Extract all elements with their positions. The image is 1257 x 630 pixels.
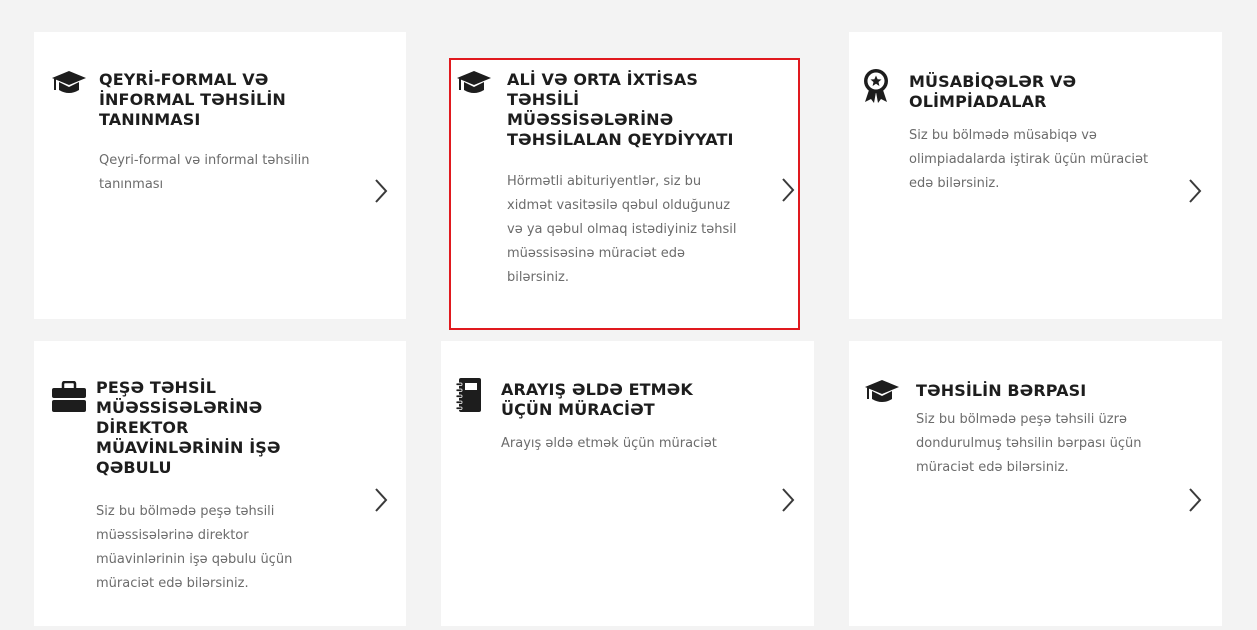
graduation-cap-icon <box>50 68 88 106</box>
chevron-right-icon <box>782 178 795 202</box>
chevron-right-icon <box>375 488 388 512</box>
chevron-right-icon <box>1189 488 1202 512</box>
card-description: Siz bu bölmədə müsabiqə və olimpiadalard… <box>909 128 1149 191</box>
card-description: Siz bu bölmədə peşə təhsili müəssisələri… <box>96 504 293 591</box>
card-description: Qeyri-formal və informal təhsilin tanınm… <box>99 153 310 192</box>
card-description: Siz bu bölmədə peşə təhsili üzrə donduru… <box>916 412 1142 475</box>
card-title: QEYRİ-FORMAL VƏ İNFORMAL TƏHSİLİN TANINM… <box>99 70 286 129</box>
card-title: ARAYIŞ ƏLDƏ ETMƏK ÜÇÜN MÜRACİƏT <box>501 380 693 419</box>
card-title: PEŞƏ TƏHSİL MÜƏSSİSƏLƏRİNƏ DİREKTOR MÜAV… <box>96 378 281 477</box>
card-description: Hörmətli abituriyentlər, siz bu xidmət v… <box>507 174 737 285</box>
chevron-right-icon <box>375 179 388 203</box>
service-card-higher-education-registration[interactable]: ALİ VƏ ORTA İXTİSAS TƏHSİLİ MÜƏSSİSƏLƏRİ… <box>449 58 800 330</box>
service-card-education-restoration[interactable]: TƏHSİLİN BƏRPASI Siz bu bölmədə peşə təh… <box>849 341 1222 626</box>
service-card-competitions-olympiads[interactable]: MÜSABİQƏLƏR VƏ OLİMPİADALAR Siz bu bölmə… <box>849 32 1222 319</box>
briefcase-icon <box>50 381 88 419</box>
card-description: Arayış əldə etmək üçün müraciət <box>501 436 717 451</box>
service-card-reference-request[interactable]: ARAYIŞ ƏLDƏ ETMƏK ÜÇÜN MÜRACİƏT Arayış ə… <box>441 341 814 626</box>
card-title: MÜSABİQƏLƏR VƏ OLİMPİADALAR <box>909 72 1077 111</box>
card-title: ALİ VƏ ORTA İXTİSAS TƏHSİLİ MÜƏSSİSƏLƏRİ… <box>507 70 734 149</box>
graduation-cap-icon <box>455 68 493 106</box>
service-card-deputy-director-hiring[interactable]: PEŞƏ TƏHSİL MÜƏSSİSƏLƏRİNƏ DİREKTOR MÜAV… <box>34 341 406 626</box>
award-medal-icon <box>857 68 895 106</box>
graduation-cap-icon <box>863 377 901 415</box>
notebook-icon <box>449 377 487 415</box>
card-title: TƏHSİLİN BƏRPASI <box>916 381 1087 400</box>
chevron-right-icon <box>782 488 795 512</box>
service-card-nonformal-education[interactable]: QEYRİ-FORMAL VƏ İNFORMAL TƏHSİLİN TANINM… <box>34 32 406 319</box>
chevron-right-icon <box>1189 179 1202 203</box>
